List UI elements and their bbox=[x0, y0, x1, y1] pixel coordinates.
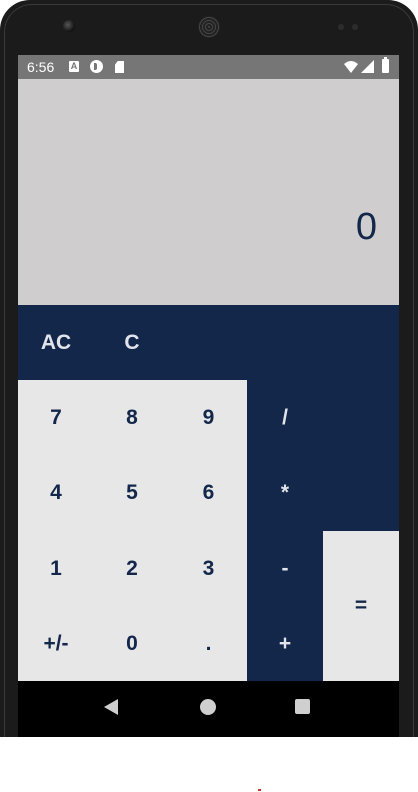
proximity-sensor bbox=[338, 24, 344, 30]
digit-3-button[interactable]: 3 bbox=[170, 531, 247, 606]
status-time: 6:56 bbox=[27, 59, 55, 75]
sd-card-icon bbox=[115, 61, 124, 73]
wifi-icon bbox=[344, 60, 358, 78]
p-notification-icon bbox=[90, 60, 103, 73]
digit-1-button[interactable]: 1 bbox=[18, 531, 94, 606]
back-icon[interactable] bbox=[104, 699, 118, 715]
clear-all-button[interactable]: AC bbox=[18, 305, 94, 380]
negate-button[interactable]: +/- bbox=[18, 606, 94, 681]
minus-button[interactable]: - bbox=[247, 531, 323, 606]
digit-9-button[interactable]: 9 bbox=[170, 380, 247, 455]
navigation-bar bbox=[18, 681, 399, 737]
digit-4-button[interactable]: 4 bbox=[18, 455, 94, 531]
digit-7-button[interactable]: 7 bbox=[18, 380, 94, 455]
keypad: AC C 7 8 9 / 4 5 6 * 1 2 3 - +/- 0 . + = bbox=[18, 305, 399, 681]
digit-2-button[interactable]: 2 bbox=[94, 531, 170, 606]
a-notification-icon: A bbox=[69, 61, 79, 72]
battery-icon bbox=[382, 57, 389, 73]
home-icon[interactable] bbox=[200, 699, 216, 715]
red-marker bbox=[258, 789, 261, 791]
divide-button[interactable]: / bbox=[247, 380, 323, 455]
digit-5-button[interactable]: 5 bbox=[94, 455, 170, 531]
plus-button[interactable]: + bbox=[247, 606, 323, 681]
decimal-button[interactable]: . bbox=[170, 606, 247, 681]
status-bar: 6:56 A bbox=[18, 55, 399, 79]
calculator-display: 0 bbox=[18, 79, 399, 305]
earpiece-speaker bbox=[198, 16, 220, 38]
multiply-button[interactable]: * bbox=[247, 455, 323, 531]
screen: 6:56 A 0 AC C 7 8 9 / 4 5 6 * 1 2 3 - +/… bbox=[18, 55, 399, 737]
front-camera bbox=[63, 20, 75, 32]
equals-button[interactable]: = bbox=[323, 531, 399, 681]
clear-button[interactable]: C bbox=[94, 305, 170, 380]
display-value: 0 bbox=[355, 206, 377, 248]
cell-signal-icon bbox=[361, 60, 374, 73]
recents-icon[interactable] bbox=[295, 699, 310, 714]
digit-0-button[interactable]: 0 bbox=[94, 606, 170, 681]
phone-frame: 6:56 A 0 AC C 7 8 9 / 4 5 6 * 1 2 3 - +/… bbox=[0, 0, 418, 737]
digit-8-button[interactable]: 8 bbox=[94, 380, 170, 455]
light-sensor bbox=[352, 24, 358, 30]
digit-6-button[interactable]: 6 bbox=[170, 455, 247, 531]
